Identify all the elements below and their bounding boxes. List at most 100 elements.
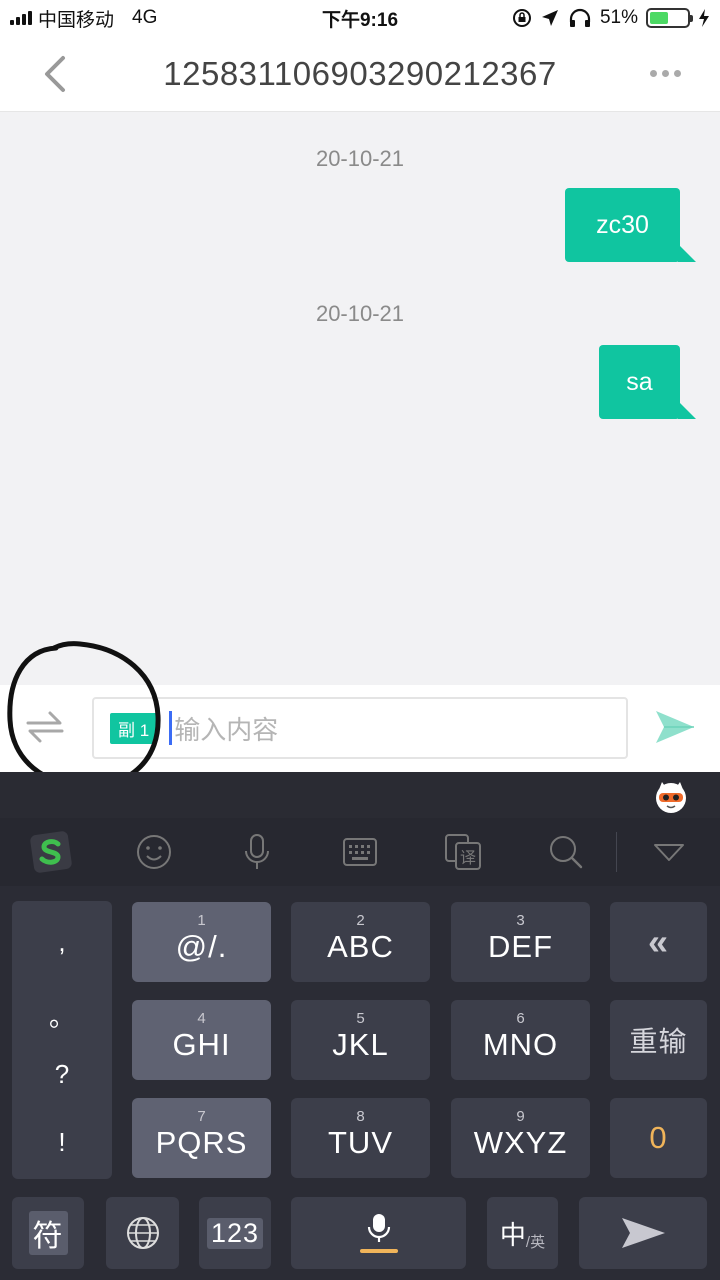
more-options-button[interactable] bbox=[610, 36, 720, 112]
key-number: 1 bbox=[197, 912, 206, 929]
key-label: MNO bbox=[482, 1027, 559, 1062]
key-number: 5 bbox=[356, 1010, 365, 1027]
headphones-icon bbox=[569, 8, 591, 27]
message-bubble[interactable]: sa bbox=[599, 345, 696, 419]
backspace-icon: « bbox=[647, 921, 670, 962]
search-button[interactable] bbox=[514, 818, 617, 886]
status-time: 下午9:16 bbox=[321, 9, 399, 31]
translate-button[interactable]: 译 bbox=[411, 818, 514, 886]
keyboard-icon bbox=[343, 838, 377, 866]
keyboard-top-strip bbox=[0, 772, 720, 818]
message-timestamp: 20-10-21 bbox=[315, 301, 405, 326]
swap-icon bbox=[26, 711, 64, 743]
keyboard: 译 , 。 ? ! 1 @/. 2 ABC 3 DEF « 4 GHI 5 JK… bbox=[0, 772, 720, 1280]
key-label: 中 /英 bbox=[500, 1215, 545, 1252]
svg-text:译: 译 bbox=[460, 848, 476, 867]
search-icon bbox=[549, 836, 582, 869]
key-2[interactable]: 2 ABC bbox=[291, 902, 430, 982]
key-5[interactable]: 5 JKL bbox=[291, 1000, 430, 1080]
key-0[interactable]: 0 bbox=[610, 1098, 707, 1178]
text-caret bbox=[169, 711, 173, 745]
key-label: DEF bbox=[488, 929, 553, 964]
location-icon bbox=[541, 10, 558, 26]
message-list[interactable]: 20-10-21 zc30 20-10-21 sa bbox=[0, 112, 720, 685]
status-bar: 中国移动 4G 下午9:16 51% bbox=[0, 0, 720, 36]
globe-icon bbox=[126, 1217, 159, 1249]
key-number: 9 bbox=[516, 1108, 525, 1125]
symbols-key[interactable]: 符 bbox=[12, 1197, 84, 1269]
punct-comma-key[interactable]: , bbox=[12, 927, 112, 958]
key-label: 123 bbox=[206, 1217, 264, 1249]
key-4[interactable]: 4 GHI bbox=[132, 1000, 271, 1080]
message-input[interactable]: 副 1 输入内容 bbox=[92, 697, 628, 759]
network-type: 4G bbox=[132, 7, 158, 28]
more-dot-icon bbox=[673, 70, 681, 77]
send-icon bbox=[622, 1218, 665, 1248]
input-bar: 副 1 输入内容 bbox=[0, 685, 720, 772]
microphone-icon bbox=[245, 834, 270, 869]
voice-input-button[interactable] bbox=[206, 818, 309, 886]
chevron-down-icon bbox=[653, 844, 684, 861]
toolbar-divider bbox=[616, 832, 617, 872]
key-9[interactable]: 9 WXYZ bbox=[451, 1098, 590, 1178]
key-label: ABC bbox=[327, 929, 394, 964]
send-button[interactable] bbox=[650, 705, 700, 749]
punctuation-column[interactable]: , 。 ? ! bbox=[12, 901, 112, 1179]
key-number: 2 bbox=[356, 912, 365, 929]
globe-key[interactable] bbox=[106, 1197, 179, 1269]
key-1[interactable]: 1 @/. bbox=[132, 902, 271, 982]
nav-bar: 125831106903290212367 bbox=[0, 36, 720, 112]
chevron-left-icon bbox=[45, 55, 65, 92]
key-7[interactable]: 7 PQRS bbox=[132, 1098, 271, 1178]
mic-underline bbox=[359, 1249, 398, 1253]
emoji-icon bbox=[137, 835, 172, 869]
key-number: 7 bbox=[197, 1108, 206, 1125]
microphone-icon bbox=[367, 1214, 390, 1242]
emoji-button[interactable] bbox=[103, 818, 206, 886]
message-timestamp: 20-10-21 bbox=[315, 146, 405, 171]
charging-icon bbox=[699, 9, 709, 27]
key-label: 0 bbox=[649, 1120, 668, 1155]
numbers-key[interactable]: 123 bbox=[199, 1197, 271, 1269]
switch-sim-button[interactable] bbox=[20, 705, 70, 749]
punct-question-key[interactable]: ? bbox=[12, 1059, 112, 1090]
keyboard-switch-button[interactable] bbox=[309, 818, 412, 886]
message-bubble[interactable]: zc30 bbox=[565, 188, 696, 262]
more-dot-icon bbox=[661, 70, 669, 77]
keyboard-send-key[interactable] bbox=[579, 1197, 707, 1269]
punct-period-key[interactable]: 。 bbox=[12, 997, 112, 1034]
key-label: @/. bbox=[175, 929, 228, 964]
battery-icon bbox=[646, 8, 693, 28]
more-dot-icon bbox=[649, 70, 657, 77]
language-toggle-key[interactable]: 中 /英 bbox=[487, 1197, 558, 1269]
carrier-name: 中国移动 bbox=[38, 9, 115, 31]
sogou-logo-icon bbox=[30, 831, 73, 873]
key-6[interactable]: 6 MNO bbox=[451, 1000, 590, 1080]
key-label: 重输 bbox=[629, 1026, 688, 1057]
key-label: PQRS bbox=[155, 1125, 248, 1160]
key-label: WXYZ bbox=[473, 1125, 568, 1160]
key-8[interactable]: 8 TUV bbox=[291, 1098, 430, 1178]
sim-badge[interactable]: 副 1 bbox=[110, 712, 158, 744]
key-number: 8 bbox=[356, 1108, 365, 1125]
space-voice-key[interactable] bbox=[291, 1197, 466, 1269]
hide-keyboard-button[interactable] bbox=[617, 818, 720, 886]
lang-main-label: 中 bbox=[499, 1219, 526, 1250]
battery-percent: 51% bbox=[599, 7, 638, 28]
key-label: GHI bbox=[172, 1027, 231, 1062]
send-icon bbox=[656, 711, 694, 743]
sogou-logo-button[interactable] bbox=[0, 818, 103, 886]
key-number: 4 bbox=[197, 1010, 206, 1027]
translate-icon: 译 bbox=[444, 834, 481, 870]
punct-exclaim-key[interactable]: ! bbox=[12, 1127, 112, 1158]
back-button[interactable] bbox=[0, 36, 110, 112]
delete-key[interactable]: « bbox=[610, 902, 707, 982]
key-label: JKL bbox=[332, 1027, 389, 1062]
key-3[interactable]: 3 DEF bbox=[451, 902, 590, 982]
key-number: 6 bbox=[516, 1010, 525, 1027]
rotation-lock-icon bbox=[512, 9, 531, 27]
mascot-icon[interactable] bbox=[654, 780, 688, 814]
retype-key[interactable]: 重输 bbox=[610, 1000, 707, 1080]
lang-sub-label: /英 bbox=[525, 1233, 546, 1251]
input-placeholder: 输入内容 bbox=[174, 714, 279, 745]
